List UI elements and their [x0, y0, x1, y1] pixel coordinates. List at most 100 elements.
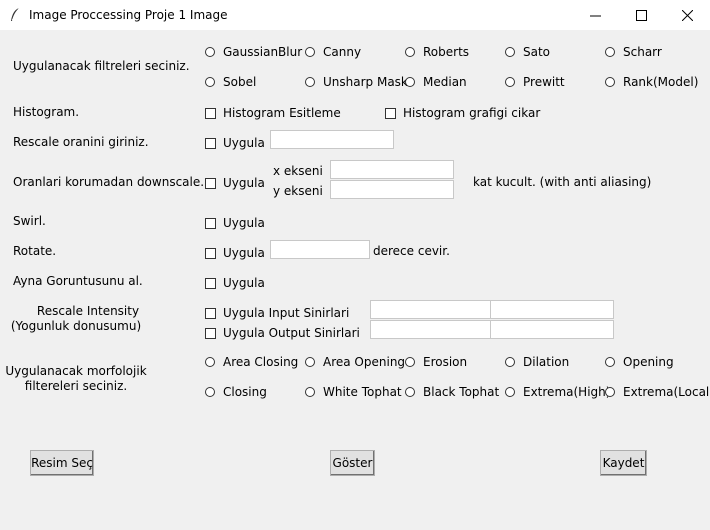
radio-prewitt[interactable]: Prewitt — [505, 75, 565, 89]
radio-sobel[interactable]: Sobel — [205, 75, 256, 89]
radio-label: Prewitt — [523, 75, 565, 89]
radio-indicator — [205, 357, 215, 367]
checkbox-label: Uygula — [223, 246, 265, 260]
histogram-plot-checkbox[interactable]: Histogram grafigi cikar — [385, 106, 540, 120]
radio-gaussianblur[interactable]: GaussianBlur — [205, 45, 302, 59]
feather-icon — [11, 7, 20, 21]
radio-roberts[interactable]: Roberts — [405, 45, 469, 59]
checkbox-label: Uygula — [223, 216, 265, 230]
checkbox-box — [205, 307, 216, 319]
rescale-apply-checkbox[interactable]: Uygula — [205, 136, 265, 150]
radio-extrema-local[interactable]: Extrema(Local) — [605, 385, 710, 399]
maximize-button[interactable] — [618, 0, 664, 30]
radio-indicator — [605, 387, 615, 397]
intensity-output-min[interactable] — [370, 320, 491, 339]
radio-closing[interactable]: Closing — [205, 385, 267, 399]
close-button[interactable] — [664, 0, 710, 30]
radio-black-tophat[interactable]: Black Tophat — [405, 385, 499, 399]
swirl-apply-checkbox[interactable]: Uygula — [205, 216, 265, 230]
checkbox-label: Histogram grafigi cikar — [403, 106, 541, 120]
radio-label: Sato — [523, 45, 551, 59]
radio-scharr[interactable]: Scharr — [605, 45, 662, 59]
radio-area-opening[interactable]: Area Opening — [305, 355, 405, 369]
radio-label: Extrema(Local) — [623, 385, 710, 399]
downscale-label: Oranlari korumadan downscale. — [13, 175, 205, 189]
checkbox-label: Histogram Esitleme — [223, 106, 341, 120]
minimize-button[interactable] — [572, 0, 618, 30]
intensity-input-max[interactable] — [490, 300, 614, 319]
radio-canny[interactable]: Canny — [305, 45, 361, 59]
show-button[interactable]: Göster — [330, 450, 375, 476]
downscale-x-input[interactable] — [330, 160, 454, 179]
checkbox-box — [205, 177, 216, 189]
radio-label: Sobel — [223, 75, 257, 89]
radio-indicator — [505, 47, 515, 57]
radio-indicator — [605, 47, 615, 57]
downscale-suffix: kat kucult. (with anti aliasing) — [473, 175, 652, 189]
intensity-label-line2: (Yogunluk donusumu) — [10, 319, 142, 333]
radio-area-closing[interactable]: Area Closing — [205, 355, 298, 369]
radio-indicator — [305, 77, 315, 87]
intensity-output-checkbox[interactable]: Uygula Output Sinirlari — [205, 326, 360, 340]
maximize-icon — [635, 9, 647, 21]
mirror-label: Ayna Goruntusunu al. — [13, 274, 143, 288]
histogram-equalize-checkbox[interactable]: Histogram Esitleme — [205, 106, 341, 120]
close-icon — [681, 9, 693, 21]
downscale-apply-checkbox[interactable]: Uygula — [205, 176, 265, 190]
radio-label: Scharr — [623, 45, 662, 59]
intensity-input-checkbox[interactable]: Uygula Input Sinirlari — [205, 306, 349, 320]
radio-indicator — [205, 47, 215, 57]
radio-white-tophat[interactable]: White Tophat — [305, 385, 402, 399]
radio-extrema-high[interactable]: Extrema(High) — [505, 385, 610, 399]
radio-opening[interactable]: Opening — [605, 355, 674, 369]
radio-label: Erosion — [423, 355, 468, 369]
save-button[interactable]: Kaydet — [600, 450, 647, 476]
rotate-apply-checkbox[interactable]: Uygula — [205, 246, 265, 260]
rotate-degree-input[interactable] — [270, 240, 370, 259]
radio-indicator — [305, 357, 315, 367]
radio-label: Opening — [623, 355, 674, 369]
select-image-button[interactable]: Resim Seç — [30, 450, 94, 476]
rotate-label: Rotate. — [13, 244, 57, 258]
radio-indicator — [205, 387, 215, 397]
radio-sato[interactable]: Sato — [505, 45, 550, 59]
radio-indicator — [205, 77, 215, 87]
morphology-label-line2: filtereleri seciniz. — [24, 379, 128, 393]
intensity-input-min[interactable] — [370, 300, 491, 319]
rescale-ratio-input[interactable] — [270, 130, 394, 149]
checkbox-box — [205, 277, 216, 289]
radio-label: Closing — [223, 385, 267, 399]
checkbox-box — [205, 137, 216, 149]
intensity-label-line1: Rescale Intensity — [36, 304, 140, 318]
minimize-icon — [589, 15, 601, 16]
radio-indicator — [505, 357, 515, 367]
title-bar: Image Proccessing Proje 1 Image — [0, 0, 710, 30]
filters-label: Uygulanacak filtreleri seciniz. — [13, 59, 190, 73]
mirror-apply-checkbox[interactable]: Uygula — [205, 276, 265, 290]
radio-label: Black Tophat — [423, 385, 500, 399]
x-axis-label: x ekseni — [273, 164, 323, 178]
checkbox-box — [205, 247, 216, 259]
checkbox-label: Uygula Input Sinirlari — [223, 306, 350, 320]
rescale-label: Rescale oranini giriniz. — [13, 135, 149, 149]
radio-unsharp-mask[interactable]: Unsharp Mask — [305, 75, 408, 89]
radio-label: Extrema(High) — [523, 385, 611, 399]
radio-label: Canny — [323, 45, 362, 59]
radio-indicator — [405, 387, 415, 397]
radio-indicator — [405, 357, 415, 367]
radio-median[interactable]: Median — [405, 75, 467, 89]
intensity-output-max[interactable] — [490, 320, 614, 339]
checkbox-box — [205, 217, 216, 229]
checkbox-box — [205, 327, 216, 339]
radio-dilation[interactable]: Dilation — [505, 355, 569, 369]
radio-label: Area Opening — [323, 355, 406, 369]
radio-label: GaussianBlur — [223, 45, 303, 59]
downscale-y-input[interactable] — [330, 180, 454, 199]
radio-indicator — [305, 47, 315, 57]
radio-indicator — [405, 47, 415, 57]
radio-rank-model[interactable]: Rank(Model) — [605, 75, 698, 89]
radio-erosion[interactable]: Erosion — [405, 355, 467, 369]
checkbox-label: Uygula — [223, 276, 265, 290]
checkbox-box — [385, 107, 396, 119]
checkbox-label: Uygula — [223, 136, 265, 150]
